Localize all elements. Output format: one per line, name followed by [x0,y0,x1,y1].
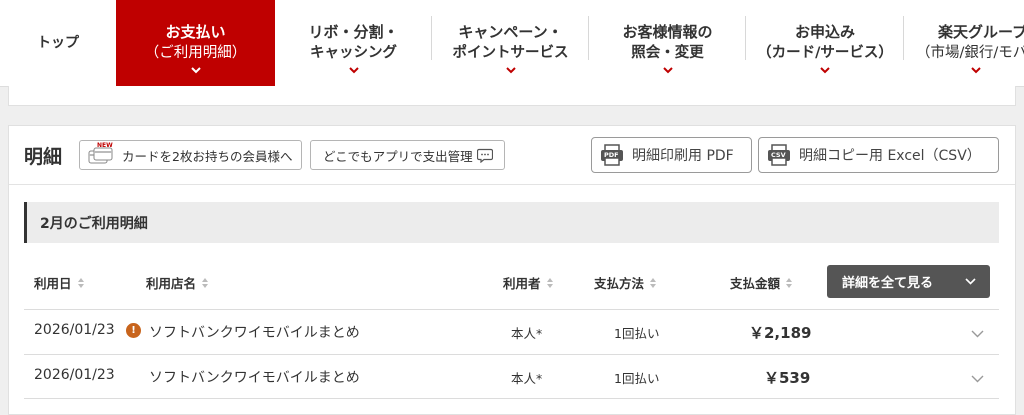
global-nav: トップ お支払い （ご利用明細） リボ・分割・ キャッシング キャンペーン・ ポ… [0,0,1024,87]
row-user: 本人* [511,326,543,341]
col-method-label: 支払方法 [594,276,645,291]
chevron-down-icon [971,67,981,74]
col-amount-label: 支払金額 [730,276,781,291]
multi-card-link[interactable]: NEW カードを2枚お持ちの会員様へ [79,140,302,170]
show-all-details-button[interactable]: 詳細を全て見る [827,265,990,298]
pdf-icon-text: PDF [604,151,619,159]
row-store: ソフトバンクワイモバイルまとめ [149,325,360,341]
nav-campaign-line1: キャンペーン・ [458,23,563,41]
card-new-icon: NEW [88,142,114,166]
nav-rakuten-group-line2: （市場/銀行/モバイ [916,45,1024,61]
nav-payment[interactable]: お支払い （ご利用明細） [116,0,275,86]
app-expense-link[interactable]: どこでもアプリで支出管理 [310,140,505,170]
nav-application[interactable]: お申込み （カード/サービス） [746,0,904,86]
sort-icon [650,277,657,288]
nav-customer-info-line2: 照会・変更 [631,45,704,61]
col-user-label: 利用者 [503,276,541,291]
info-icon[interactable]: ! [126,323,141,338]
col-amount-header[interactable]: 支払金額 [730,273,793,292]
sort-icon [546,277,553,288]
table-divider [24,309,999,310]
chevron-down-icon [348,67,359,74]
print-pdf-label: 明細印刷用 PDF [632,148,734,164]
col-store-header[interactable]: 利用店名 [146,273,209,292]
chat-bubble-icon [476,148,493,163]
copy-csv-label: 明細コピー用 Excel（CSV） [799,148,981,164]
row-amount: ￥2,189 [749,324,812,342]
panel-divider [9,184,1015,185]
row-user: 本人* [511,371,543,386]
nav-customer-info-line1: お客様情報の [622,23,713,41]
chevron-down-icon [820,67,830,74]
nav-rakuten-group[interactable]: 楽天グループ （市場/銀行/モバイ [904,0,1024,86]
chevron-down-icon [965,278,976,285]
month-title: 2月のご利用明細 [40,215,148,232]
row-store: ソフトバンクワイモバイルまとめ [149,370,360,386]
copy-csv-button[interactable]: CSV 明細コピー用 Excel（CSV） [758,137,999,173]
content-strip [8,86,1016,106]
nav-application-line1: お申込み [794,23,855,41]
sort-icon [77,277,84,288]
pdf-icon: PDF [600,144,624,166]
nav-payment-line1: お支払い [165,23,226,41]
col-user-header[interactable]: 利用者 [503,273,554,292]
app-expense-label: どこでもアプリで支出管理 [323,148,473,164]
row-date: 2026/01/23 [34,367,115,383]
nav-application-line2: （カード/サービス） [757,45,893,61]
nav-campaign-line2: ポイントサービス [452,45,569,61]
csv-icon: CSV [767,144,791,166]
col-store-label: 利用店名 [146,276,197,291]
nav-top[interactable]: トップ [0,0,116,86]
show-all-details-label: 詳細を全て見る [842,276,934,291]
new-badge: NEW [97,142,113,149]
print-pdf-button[interactable]: PDF 明細印刷用 PDF [591,137,752,173]
row-method: 1回払い [614,326,660,341]
row-amount: ￥539 [764,369,811,387]
chevron-down-icon[interactable] [971,330,984,338]
nav-payment-line2: （ご利用明細） [144,45,247,61]
month-header: 2月のご利用明細 [24,202,999,243]
csv-icon-text: CSV [771,151,786,159]
row-method: 1回払い [614,371,660,386]
sort-icon [202,277,209,288]
multi-card-label: カードを2枚お持ちの会員様へ [122,148,293,164]
nav-campaign[interactable]: キャンペーン・ ポイントサービス [432,0,589,86]
nav-revolving-line2: キャッシング [310,45,397,61]
chevron-down-icon [662,67,673,74]
page-title: 明細 [24,146,63,168]
col-method-header[interactable]: 支払方法 [594,273,657,292]
chevron-down-icon [190,67,201,74]
nav-revolving-line1: リボ・分割・ [308,23,399,41]
statement-panel: 明細 NEW カードを2枚お持ちの会員様へ どこでもアプリで支出管理 PDF 明… [8,125,1016,415]
nav-revolving[interactable]: リボ・分割・ キャッシング [275,0,432,86]
nav-top-label: トップ [37,34,79,51]
chevron-down-icon[interactable] [971,375,984,383]
chevron-down-icon [505,67,516,74]
nav-customer-info[interactable]: お客様情報の 照会・変更 [589,0,746,86]
sort-icon [786,277,793,288]
row-date: 2026/01/23 [34,322,115,338]
table-divider [24,354,999,355]
col-date-label: 利用日 [34,276,72,291]
nav-rakuten-group-line1: 楽天グループ [938,23,1024,41]
table-divider [24,398,999,399]
col-date-header[interactable]: 利用日 [34,273,85,292]
